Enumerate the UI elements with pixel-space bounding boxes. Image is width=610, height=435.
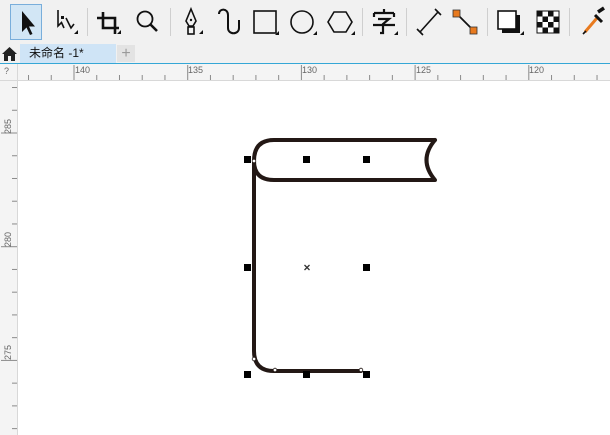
document-tab[interactable]: 未命名 -1* [20, 44, 116, 63]
document-tab-bar: 未命名 -1* + [0, 44, 610, 64]
toolbar-separator [170, 8, 171, 36]
artistic-media-button[interactable] [213, 4, 245, 40]
ruler-tick-label: 140 [75, 65, 91, 75]
selection-handle-bottom-left[interactable] [244, 371, 251, 378]
ruler-tick-label: 275 [3, 344, 13, 360]
zoom-tool-button[interactable] [131, 4, 163, 40]
horizontal-ruler[interactable]: 140 135 130 125 120 [18, 64, 610, 81]
toolbar-separator [406, 8, 407, 36]
ellipse-tool-icon [290, 10, 317, 35]
drawing-page [244, 138, 437, 378]
zoom-tool-icon [136, 10, 158, 32]
crop-tool-button[interactable] [93, 4, 125, 40]
pen-tool-button[interactable] [175, 4, 207, 40]
selection-handle-top-left[interactable] [244, 156, 251, 163]
selected-curve-shape[interactable] [252, 138, 437, 373]
dimension-tool-icon [416, 8, 442, 36]
selection-handle-left[interactable] [244, 264, 251, 271]
ellipse-tool-button[interactable] [287, 4, 319, 40]
toolbar-separator [87, 8, 88, 36]
toolbar-separator [362, 8, 363, 36]
toolbar-separator [487, 8, 488, 36]
vertical-ruler[interactable]: 285 280 275 [0, 81, 18, 435]
ruler-tick-label: 120 [529, 65, 545, 75]
connector-tool-button[interactable] [449, 4, 481, 40]
drawing-canvas[interactable] [18, 81, 610, 435]
artistic-media-icon [218, 8, 240, 35]
curve-node-points [251, 158, 364, 373]
selection-handle-bottom[interactable] [303, 371, 310, 378]
pen-tool-icon [185, 6, 203, 35]
dimension-tool-button[interactable] [413, 4, 445, 40]
selection-handle-bottom-right[interactable] [363, 371, 370, 378]
rectangle-tool-button[interactable] [249, 4, 281, 40]
text-tool-icon [372, 9, 398, 35]
ruler-origin[interactable]: ? [0, 64, 18, 81]
drop-shadow-tool-icon [497, 10, 524, 35]
selection-center-marker[interactable] [304, 264, 310, 271]
ruler-tick-label: 130 [302, 65, 318, 75]
connector-tool-icon [452, 9, 478, 35]
transparency-tool-icon [536, 10, 560, 34]
shape-tool-button[interactable] [50, 4, 82, 40]
add-document-tab-button[interactable]: + [117, 45, 135, 62]
rectangle-tool-icon [253, 10, 279, 35]
selection-handle-right[interactable] [363, 264, 370, 271]
vertical-ruler-ticks [1, 87, 17, 430]
pick-tool-icon [22, 11, 35, 35]
pick-tool-button[interactable] [10, 4, 42, 40]
polygon-tool-button[interactable] [325, 4, 357, 40]
drop-shadow-tool-button[interactable] [494, 4, 526, 40]
ruler-tick-label: 285 [3, 118, 13, 134]
text-tool-button[interactable] [368, 4, 400, 40]
ruler-tick-label: 135 [188, 65, 204, 75]
eyedropper-tool-button[interactable] [575, 4, 607, 40]
transparency-tool-button[interactable] [532, 4, 564, 40]
eyedropper-tool-icon [582, 6, 605, 35]
ruler-tick-label: 125 [416, 65, 432, 75]
selection-handle-top[interactable] [303, 156, 310, 163]
shape-tool-icon [57, 10, 78, 34]
home-button[interactable] [0, 44, 19, 63]
ruler-corner-label: ? [4, 66, 10, 76]
toolbar-separator [569, 8, 570, 36]
home-icon [2, 47, 17, 61]
ruler-tick-label: 280 [3, 231, 13, 247]
toolbox [0, 0, 610, 44]
selection-handle-top-right[interactable] [363, 156, 370, 163]
crop-tool-icon [97, 12, 121, 34]
polygon-tool-icon [327, 11, 355, 35]
